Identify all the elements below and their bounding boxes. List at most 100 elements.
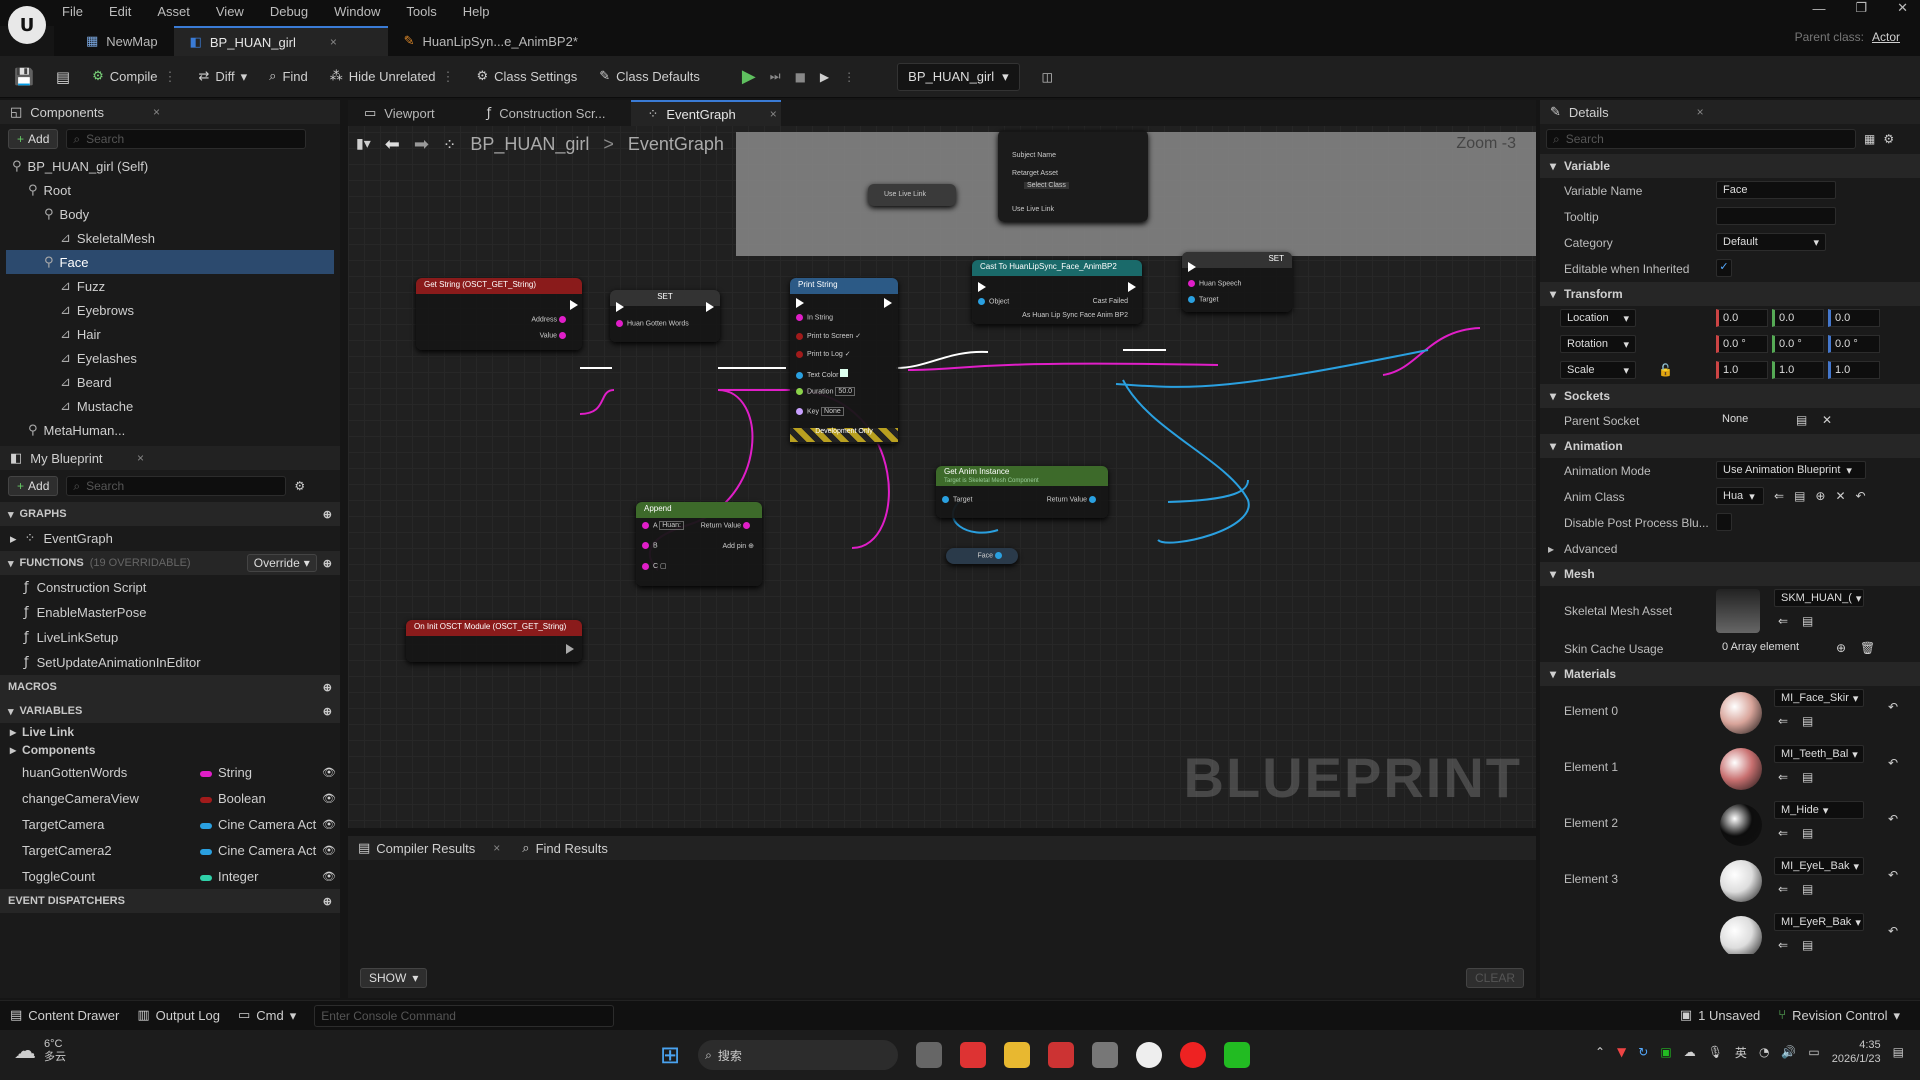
rotation-z[interactable]: 0.0 °	[1828, 335, 1880, 353]
sockets-section[interactable]: ▾ Sockets	[1540, 384, 1920, 408]
menu-edit[interactable]: Edit	[109, 4, 131, 19]
add-icon[interactable]: ⊕	[1815, 489, 1825, 503]
reset-arrow-icon[interactable]: ↶	[1888, 868, 1898, 882]
variable-item[interactable]: TargetCamera Cine Camera Act 👁	[0, 811, 340, 837]
step-icon[interactable]: ⏭	[770, 69, 781, 84]
material-dropdown[interactable]: M_Hide ▾	[1774, 801, 1864, 819]
bookmark-icon[interactable]: ▮▾	[356, 136, 371, 152]
variable-name-field[interactable]: Face	[1716, 181, 1836, 199]
find-button[interactable]: ⌕ Find	[269, 69, 308, 84]
browse-icon[interactable]: ▤	[1802, 770, 1813, 784]
component-tree-item[interactable]: ⊿ Hair	[6, 322, 334, 346]
chevron-up-icon[interactable]: ⌃	[1595, 1045, 1605, 1059]
menu-debug[interactable]: Debug	[270, 4, 308, 19]
close-tab-icon[interactable]: ×	[330, 35, 337, 49]
tab-compiler-results[interactable]: ▤ Compiler Results ×	[358, 841, 500, 856]
component-tree-item[interactable]: ⊿ Mustache	[6, 394, 334, 418]
tooltip-field[interactable]	[1716, 207, 1836, 225]
add-element-icon[interactable]: ⊕	[1836, 641, 1846, 655]
dictionary-app-icon[interactable]	[960, 1042, 987, 1068]
eye-icon[interactable]: 👁	[322, 766, 336, 779]
weather-widget[interactable]: ☁ 6°C 多云	[14, 1038, 66, 1064]
debug-target-select[interactable]: BP_HUAN_girl ▾	[897, 62, 1020, 91]
tab-event-graph[interactable]: ⁘ EventGraph ×	[631, 100, 782, 126]
location-y[interactable]: 0.0	[1772, 309, 1824, 327]
clear-x-icon[interactable]: ✕	[1835, 489, 1845, 503]
variable-item[interactable]: huanGottenWords String 👁	[0, 759, 340, 785]
eye-icon[interactable]: 👁	[322, 818, 336, 831]
close-panel-icon[interactable]: ×	[137, 451, 144, 465]
functions-section[interactable]: ▾ FUNCTIONS (19 OVERRIDABLE) Override ▾ ⊕	[0, 551, 340, 575]
close-tab-icon[interactable]: ×	[770, 107, 777, 121]
browse-icon[interactable]: ▤	[1802, 714, 1813, 728]
function-item[interactable]: ƒ Construction Script	[0, 575, 340, 600]
browse-icon[interactable]: ▤	[1802, 938, 1813, 952]
use-selected-icon[interactable]: ⇐	[1778, 938, 1788, 952]
variable-section[interactable]: ▾ Variable	[1540, 154, 1920, 178]
rotation-y[interactable]: 0.0 °	[1772, 335, 1824, 353]
append-node[interactable]: Append A Huan: B C ▢ Return Value Add pi…	[636, 502, 762, 586]
menu-window[interactable]: Window	[334, 4, 380, 19]
trash-icon[interactable]: 🗑	[1860, 641, 1875, 655]
animation-section[interactable]: ▾ Animation	[1540, 434, 1920, 458]
reset-arrow-icon[interactable]: ↶	[1888, 700, 1898, 714]
socket-browse-icon[interactable]: ▤	[1796, 413, 1807, 427]
function-item[interactable]: ƒ EnableMasterPose	[0, 600, 340, 625]
browse-icon[interactable]: ▤	[1794, 489, 1805, 503]
tab-find-results[interactable]: ⌕ Find Results	[522, 841, 608, 856]
forward-arrow-icon[interactable]: ➡	[414, 134, 429, 155]
menu-asset[interactable]: Asset	[157, 4, 190, 19]
close-panel-icon[interactable]: ×	[1697, 105, 1704, 119]
scale-dropdown[interactable]: Scale ▾	[1560, 361, 1636, 379]
function-item[interactable]: ƒ LiveLinkSetup	[0, 625, 340, 650]
stop-icon[interactable]: ■	[795, 70, 806, 84]
close-tab-icon[interactable]: ×	[493, 841, 500, 855]
variable-item[interactable]: changeCameraView Boolean 👁	[0, 785, 340, 811]
save-icon[interactable]: 💾	[14, 67, 34, 86]
browse-icon[interactable]: ▤	[56, 68, 70, 86]
wechat-icon[interactable]	[1224, 1042, 1251, 1068]
material-dropdown[interactable]: MI_EyeR_Bak ▾	[1774, 913, 1864, 931]
menu-file[interactable]: File	[62, 4, 83, 19]
eye-icon[interactable]: 👁	[322, 792, 336, 805]
component-tree-item[interactable]: ⊿ Eyebrows	[6, 298, 334, 322]
set-node[interactable]: SET Huan Gotten Words	[610, 290, 720, 342]
variable-item[interactable]: ToggleCount Integer 👁	[0, 863, 340, 889]
eye-icon[interactable]: 👁	[322, 844, 336, 857]
table-view-icon[interactable]: ▦	[1864, 132, 1875, 146]
menu-help[interactable]: Help	[463, 4, 490, 19]
parent-class-link[interactable]: Actor	[1872, 30, 1900, 44]
material-dropdown[interactable]: MI_EyeL_Bak ▾	[1774, 857, 1864, 875]
live-link-category[interactable]: ▸ Live Link	[0, 723, 340, 741]
tab-newmap[interactable]: ▦ NewMap	[70, 26, 174, 56]
editable-checkbox[interactable]: ✓	[1716, 259, 1732, 277]
ime-indicator[interactable]: 英	[1735, 1044, 1747, 1061]
play-icon[interactable]: ▶	[742, 66, 756, 87]
file-explorer-icon[interactable]	[1004, 1042, 1031, 1068]
revision-control-button[interactable]: ⑂ Revision Control ▾	[1778, 1008, 1900, 1024]
my-blueprint-search[interactable]: ⌕ Search	[66, 476, 287, 496]
transform-section[interactable]: ▾ Transform	[1540, 282, 1920, 306]
wps-office-icon[interactable]	[1048, 1042, 1075, 1068]
on-init-osct-node[interactable]: On Init OSCT Module (OSCT_GET_String)	[406, 620, 582, 662]
cloud-icon[interactable]: ☁	[1684, 1045, 1696, 1059]
menu-tools[interactable]: Tools	[406, 4, 436, 19]
advanced-toggle[interactable]: ▸ Advanced	[1540, 536, 1920, 562]
component-tree-item[interactable]: ⚲ BP_HUAN_girl (Self)	[6, 154, 334, 178]
browse-icon[interactable]: ▤	[1802, 826, 1813, 840]
play-options-icon[interactable]: ⋮	[843, 70, 855, 84]
component-tree-item[interactable]: ⊿ Fuzz	[6, 274, 334, 298]
task-view-icon[interactable]	[916, 1042, 943, 1068]
add-dispatcher-icon[interactable]: ⊕	[323, 895, 332, 908]
add-component-button[interactable]: + Add	[8, 129, 59, 149]
component-tree-item[interactable]: ⊿ Eyelashes	[6, 346, 334, 370]
tab-viewport[interactable]: ▭ Viewport	[348, 100, 451, 126]
tab-anim-bp[interactable]: ✎ HuanLipSyn...e_AnimBP2*	[388, 26, 594, 56]
output-log-button[interactable]: ▥ Output Log	[137, 1008, 220, 1023]
unreal-engine-taskbar-icon[interactable]	[1136, 1042, 1163, 1068]
graphs-section[interactable]: ▾ GRAPHS ⊕	[0, 502, 340, 526]
disable-post-process-checkbox[interactable]	[1716, 513, 1732, 531]
battery-icon[interactable]: ▭	[1808, 1045, 1819, 1059]
diff-button[interactable]: ⇄ Diff ▾	[198, 69, 247, 85]
reset-arrow-icon[interactable]: ↶	[1888, 924, 1898, 938]
